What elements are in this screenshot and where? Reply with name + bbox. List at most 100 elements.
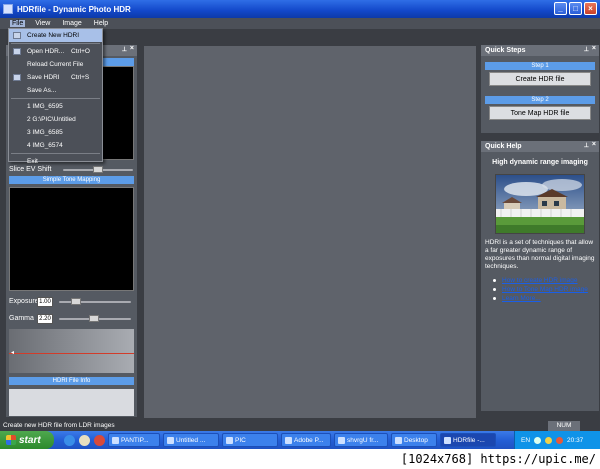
step1-label: Step 1 xyxy=(485,62,595,70)
menu-item-label: Open HDR... xyxy=(27,48,65,55)
exposure-input[interactable]: 1.00 xyxy=(37,296,53,307)
gamma-row: Gamma 2.20 xyxy=(6,312,137,325)
close-button[interactable]: × xyxy=(584,2,597,15)
tray-icon[interactable] xyxy=(545,436,553,444)
bullet-icon xyxy=(493,279,496,282)
menu-view[interactable]: View xyxy=(33,20,52,27)
simple-tone-strip: Simple Tone Mapping xyxy=(9,176,134,184)
task-shvrgu[interactable]: shvrgU fr... xyxy=(334,433,388,447)
tray-icon[interactable] xyxy=(556,436,564,444)
task-adobe[interactable]: Adobe P... xyxy=(281,433,331,447)
menu-file[interactable]: File xyxy=(10,20,26,27)
slice-ev-slider[interactable] xyxy=(63,165,134,173)
menu-create-new-hdri[interactable]: Create New HDRI xyxy=(9,29,102,42)
exposure-label: Exposure xyxy=(9,298,39,305)
menu-item-label: Save As... xyxy=(27,87,57,94)
image-canvas[interactable] xyxy=(143,45,477,419)
menu-item-label: Save HDRI xyxy=(27,74,60,81)
new-document-icon xyxy=(13,32,21,39)
menu-item-label: Exit xyxy=(27,158,38,165)
gamma-thumb[interactable] xyxy=(89,314,99,322)
exposure-row: Exposure 1.00 xyxy=(6,295,137,308)
task-pic[interactable]: PIC xyxy=(222,433,278,447)
menu-recent-4[interactable]: 4 IMG_6574 xyxy=(9,139,102,152)
quicklaunch-icon[interactable] xyxy=(79,434,90,446)
task-pantip[interactable]: PANTIP... xyxy=(108,433,160,447)
quick-steps-title: Quick Steps xyxy=(485,47,526,54)
taskbar: start PANTIP... Untitled ... PIC Adobe P… xyxy=(0,431,600,449)
tray-icon[interactable] xyxy=(534,436,542,444)
bullet-icon xyxy=(493,288,496,291)
quick-steps-header: Quick Steps ⊥ × xyxy=(481,45,599,56)
status-text: Create new HDR file from LDR images xyxy=(3,422,115,429)
histogram: ◂ xyxy=(9,329,134,373)
menu-shortcut: Ctrl+O xyxy=(71,48,90,55)
close-icon[interactable]: × xyxy=(592,45,596,52)
file-menu-dropdown: Create New HDRI Open HDR... Ctrl+O Reloa… xyxy=(8,28,103,165)
menu-separator xyxy=(11,43,100,44)
menu-item-label: 1 IMG_6595 xyxy=(27,103,63,110)
hdr-sample-photo xyxy=(496,175,584,233)
gamma-slider[interactable] xyxy=(59,314,131,322)
histogram-marker-icon: ◂ xyxy=(11,350,15,356)
menu-separator xyxy=(11,98,100,99)
menu-item-label: Reload Current File xyxy=(27,61,84,68)
menu-item-label: Create New HDRI xyxy=(27,32,80,39)
gamma-input[interactable]: 2.20 xyxy=(37,313,53,324)
menu-open-hdr[interactable]: Open HDR... Ctrl+O xyxy=(9,45,102,58)
folder-icon xyxy=(13,48,21,55)
quick-help-header: Quick Help ⊥ × xyxy=(481,141,599,152)
quicklaunch-icon[interactable] xyxy=(94,434,105,446)
minimize-button[interactable]: _ xyxy=(554,2,567,15)
help-links: How to create HDR image How to Tone Map … xyxy=(481,271,599,303)
task-hdrfile[interactable]: HDRfile -... xyxy=(440,433,496,447)
right-column: Quick Steps ⊥ × Step 1 Create HDR file S… xyxy=(481,45,599,419)
quick-help-panel: Quick Help ⊥ × High dynamic range imagin… xyxy=(481,141,599,411)
close-icon[interactable]: × xyxy=(592,141,596,148)
start-label: start xyxy=(19,434,41,446)
exposure-thumb[interactable] xyxy=(71,297,81,305)
help-link-item: How to Tone Map HDR image xyxy=(493,285,599,294)
system-tray: EN 20:37 xyxy=(514,431,600,449)
quick-help-title: Quick Help xyxy=(485,143,522,150)
window-title: HDRfile - Dynamic Photo HDR xyxy=(17,4,131,14)
watermark-caption: [1024x768] https://upic.me/ xyxy=(0,449,600,469)
ie-icon[interactable] xyxy=(64,434,75,446)
clock: 20:37 xyxy=(567,436,584,444)
menu-recent-1[interactable]: 1 IMG_6595 xyxy=(9,100,102,113)
menu-separator xyxy=(11,153,100,154)
menu-save-as[interactable]: Save As... xyxy=(9,84,102,97)
menu-recent-3[interactable]: 3 IMG_6585 xyxy=(9,126,102,139)
create-hdr-button[interactable]: Create HDR file xyxy=(489,72,591,86)
help-link-item: Learn More... xyxy=(493,294,599,303)
task-untitled[interactable]: Untitled ... xyxy=(163,433,219,447)
menu-image[interactable]: Image xyxy=(60,20,83,27)
start-button[interactable]: start xyxy=(0,431,54,449)
language-indicator[interactable]: EN xyxy=(521,437,530,444)
quick-steps-panel: Quick Steps ⊥ × Step 1 Create HDR file S… xyxy=(481,45,599,133)
pin-icon[interactable]: ⊥ xyxy=(584,46,589,53)
task-desktop[interactable]: Desktop xyxy=(391,433,437,447)
menu-item-label: 2 G:\PIC\Untitled xyxy=(27,116,76,123)
pin-icon[interactable]: ⊥ xyxy=(584,142,589,149)
link-tone-map[interactable]: How to Tone Map HDR image xyxy=(502,285,588,294)
menu-exit[interactable]: Exit xyxy=(9,155,102,168)
gamma-label: Gamma xyxy=(9,315,34,322)
num-lock-indicator: NUM xyxy=(548,421,580,431)
exposure-slider[interactable] xyxy=(59,297,131,305)
close-icon[interactable]: × xyxy=(130,45,134,52)
title-bar: HDRfile - Dynamic Photo HDR _ □ × xyxy=(0,0,600,18)
link-learn-more[interactable]: Learn More... xyxy=(502,294,541,303)
maximize-button[interactable]: □ xyxy=(569,2,582,15)
step2-label: Step 2 xyxy=(485,96,595,104)
menu-help[interactable]: Help xyxy=(92,20,110,27)
bullet-icon xyxy=(493,297,496,300)
menu-recent-2[interactable]: 2 G:\PIC\Untitled xyxy=(9,113,102,126)
save-icon xyxy=(13,74,21,81)
menu-save-hdri[interactable]: Save HDRI Ctrl+S xyxy=(9,71,102,84)
menu-reload-current[interactable]: Reload Current File xyxy=(9,58,102,71)
link-create-hdr[interactable]: How to create HDR image xyxy=(502,276,578,285)
pin-icon[interactable]: ⊥ xyxy=(122,46,127,53)
tone-map-button[interactable]: Tone Map HDR file xyxy=(489,106,591,120)
hdr-house-image xyxy=(495,174,585,234)
